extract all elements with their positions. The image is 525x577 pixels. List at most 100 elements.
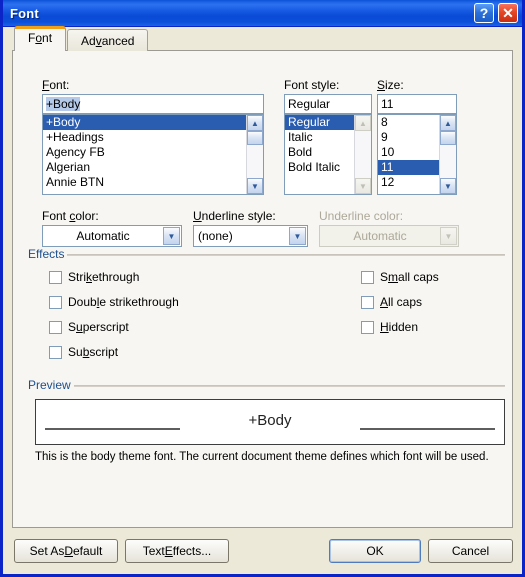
underline-color-dropdown: Automatic ▼ — [319, 225, 459, 247]
font-list-item[interactable]: +Headings — [43, 130, 246, 145]
size-label-accel: S — [377, 78, 386, 92]
checkbox-label: Superscript — [68, 320, 129, 334]
font-style-input[interactable]: Regular — [284, 94, 372, 114]
close-glyph: ✕ — [502, 4, 514, 21]
checkbox-superscript[interactable]: Superscript — [49, 319, 129, 335]
title-bar: Font ? ✕ — [3, 0, 522, 27]
checkbox-hidden[interactable]: Hidden — [361, 319, 418, 335]
size-list-scroll-thumb[interactable] — [440, 131, 456, 145]
close-icon[interactable]: ✕ — [498, 3, 518, 23]
label-pre: Text — [142, 544, 165, 558]
font-list-scroll-thumb[interactable] — [247, 131, 263, 145]
checkbox-box[interactable] — [49, 320, 62, 334]
font-label-text: ont: — [49, 78, 70, 92]
font-list-item[interactable]: Annie BTN — [43, 175, 246, 190]
scroll-up-icon[interactable]: ▲ — [440, 115, 456, 131]
font-style-list-item[interactable]: Bold — [285, 145, 354, 160]
label-pre: S — [380, 270, 389, 284]
tab-advanced-label-pre: Ad — [81, 34, 96, 48]
label-accel: u — [76, 320, 83, 334]
font-list-scrollbar[interactable]: ▲ ▼ — [246, 115, 263, 194]
underline-style-accel: U — [193, 209, 202, 223]
preview-description: This is the body theme font. The current… — [35, 451, 489, 463]
font-list-scroll-track[interactable] — [247, 131, 263, 178]
set-as-default-button[interactable]: Set As Default — [14, 539, 118, 563]
font-color-label: Font color: — [42, 209, 99, 223]
font-list-item[interactable]: Algerian — [43, 160, 246, 175]
chevron-down-icon[interactable]: ▼ — [289, 227, 306, 245]
underline-color-label: Underline color: — [319, 209, 404, 223]
checkbox-box[interactable] — [49, 345, 62, 359]
size-list-scroll-track[interactable] — [440, 131, 456, 178]
checkbox-box[interactable] — [49, 270, 62, 284]
label-accel: m — [388, 270, 399, 284]
font-dialog: Font ? ✕ Font Advanced Font: +Body +Body… — [0, 0, 525, 577]
checkbox-strikethrough[interactable]: Strikethrough — [49, 269, 139, 285]
label-post: ffects... — [172, 544, 212, 558]
checkbox-subscript[interactable]: Subscript — [49, 344, 118, 360]
label-pre: Doub — [68, 295, 97, 309]
font-color-label-pre: Font — [42, 209, 70, 223]
checkbox-label: Small caps — [380, 270, 439, 284]
underline-style-dropdown[interactable]: (none) ▼ — [193, 225, 308, 247]
checkbox-small-caps[interactable]: Small caps — [361, 269, 439, 285]
help-glyph: ? — [479, 4, 489, 21]
font-label: Font: — [42, 78, 69, 92]
checkbox-label: Double strikethrough — [68, 295, 179, 309]
label-accel: E — [164, 544, 173, 558]
label-post: e strikethrough — [99, 295, 179, 309]
font-style-list-items: Regular Italic Bold Bold Italic — [285, 115, 354, 194]
font-list[interactable]: +Body +Headings Agency FB Algerian Annie… — [42, 114, 264, 195]
size-list-item[interactable]: 8 — [378, 115, 439, 130]
checkbox-box[interactable] — [49, 295, 62, 309]
font-style-list-item[interactable]: Italic — [285, 130, 354, 145]
font-style-list-item[interactable]: Regular — [285, 115, 354, 130]
checkbox-double-strikethrough[interactable]: Double strikethrough — [49, 294, 179, 310]
effects-group-divider — [65, 254, 505, 256]
scroll-down-icon[interactable]: ▼ — [247, 178, 263, 194]
ok-button[interactable]: OK — [329, 539, 421, 563]
font-color-value: Automatic — [76, 229, 130, 243]
label-pre: Stri — [68, 270, 86, 284]
size-list-item[interactable]: 10 — [378, 145, 439, 160]
size-input[interactable]: 11 — [377, 94, 457, 114]
scroll-down-icon[interactable]: ▼ — [440, 178, 456, 194]
size-list-scrollbar[interactable]: ▲ ▼ — [439, 115, 456, 194]
underline-style-value: (none) — [198, 229, 233, 243]
chevron-down-icon[interactable]: ▼ — [163, 227, 180, 245]
size-list-item[interactable]: 12 — [378, 175, 439, 190]
checkbox-all-caps[interactable]: All caps — [361, 294, 422, 310]
label-post: all caps — [398, 270, 439, 284]
font-style-list-item[interactable]: Bold Italic — [285, 160, 354, 175]
chevron-down-icon: ▼ — [440, 227, 457, 245]
size-list-item[interactable]: 9 — [378, 130, 439, 145]
font-list-item[interactable]: +Body — [43, 115, 246, 130]
font-style-list-scrollbar[interactable]: ▲ ▼ — [354, 115, 371, 194]
font-color-dropdown[interactable]: Automatic ▼ — [42, 225, 182, 247]
preview-sample-text: +Body — [248, 412, 292, 429]
underline-style-label-text: nderline style: — [201, 209, 276, 223]
label-accel: D — [64, 544, 73, 558]
scroll-up-icon[interactable]: ▲ — [247, 115, 263, 131]
checkbox-box[interactable] — [361, 270, 374, 284]
label-accel: A — [380, 295, 389, 309]
size-list[interactable]: 8 9 10 11 12 ▲ ▼ — [377, 114, 457, 195]
tab-advanced[interactable]: Advanced — [67, 29, 149, 51]
cancel-button[interactable]: Cancel — [428, 539, 513, 563]
font-name-input[interactable]: +Body — [42, 94, 264, 114]
font-style-value: Regular — [288, 97, 331, 111]
checkbox-label: Hidden — [380, 320, 418, 334]
font-list-item[interactable]: Agency FB — [43, 145, 246, 160]
tab-advanced-label-post: anced — [101, 34, 135, 48]
label-pre: Su — [68, 345, 83, 359]
font-name-value: +Body — [46, 97, 81, 111]
checkbox-box[interactable] — [361, 295, 374, 309]
checkbox-box[interactable] — [361, 320, 374, 334]
dialog-button-bar: Set As Default Text Effects... OK Cancel — [3, 528, 522, 574]
size-list-item[interactable]: 11 — [378, 160, 439, 175]
font-style-list[interactable]: Regular Italic Bold Bold Italic ▲ ▼ — [284, 114, 372, 195]
tab-font[interactable]: Font — [14, 26, 67, 51]
help-icon[interactable]: ? — [474, 3, 494, 23]
font-list-items: +Body +Headings Agency FB Algerian Annie… — [43, 115, 246, 194]
text-effects-button[interactable]: Text Effects... — [125, 539, 229, 563]
